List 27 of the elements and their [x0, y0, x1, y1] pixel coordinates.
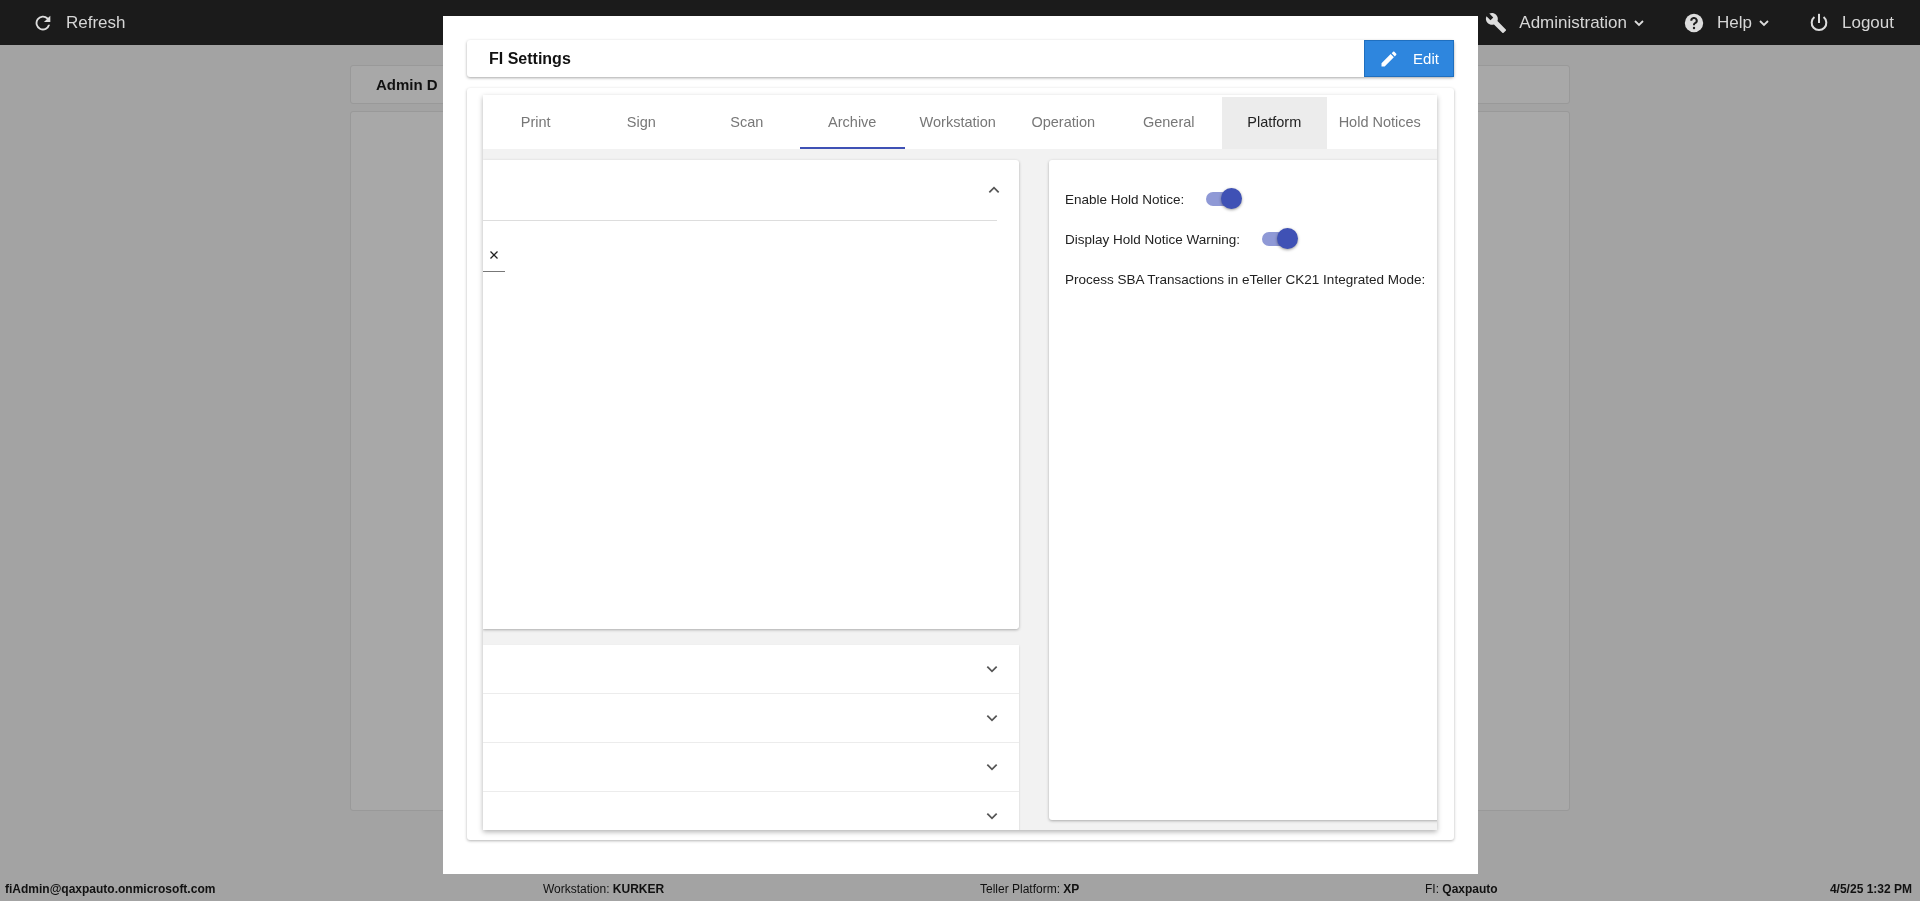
edit-button[interactable]: Edit	[1364, 40, 1454, 77]
menu-button[interactable]: Help	[1683, 11, 1770, 34]
tab[interactable]: General	[1116, 97, 1222, 149]
platform-info: Teller Platform: XP	[980, 882, 1081, 896]
card-title: Admin D	[376, 76, 438, 93]
setting-label: Display Hold Notice Warning:	[1065, 231, 1241, 247]
date-time: 4/5/25 1:32 PM	[1829, 882, 1912, 896]
wrench-icon	[1485, 11, 1508, 34]
logout-button[interactable]: Logout	[1808, 11, 1894, 34]
workstation-info: Workstation: KURKER	[543, 882, 666, 896]
tab[interactable]: Platform	[1221, 97, 1327, 149]
tab[interactable]: Workstation	[905, 97, 1011, 149]
setting-label: Process SBA Transactions in eTeller CK21 Integrated Mode:	[1065, 271, 1426, 287]
setting-label: Enable Hold Notice:	[1065, 191, 1185, 207]
close-icon[interactable]	[489, 250, 499, 260]
dialog-title: FI Settings	[489, 49, 571, 68]
help-icon	[1683, 11, 1706, 34]
power-icon	[1808, 11, 1830, 34]
tab[interactable]: Hold Notices	[1327, 97, 1433, 149]
tab[interactable]: Scan	[694, 97, 800, 149]
tab[interactable]: Sign	[588, 97, 694, 149]
tab[interactable]: Operation	[1010, 97, 1116, 149]
refresh-button[interactable]: Refresh	[32, 11, 126, 34]
user-email: fiAdmin@qaxpauto.onmicrosoft.com	[5, 882, 217, 896]
fi-info: FI: Qaxpauto	[1425, 882, 1499, 896]
menu-button[interactable]: Administration	[1485, 11, 1646, 34]
tab[interactable]: Print	[483, 97, 589, 149]
